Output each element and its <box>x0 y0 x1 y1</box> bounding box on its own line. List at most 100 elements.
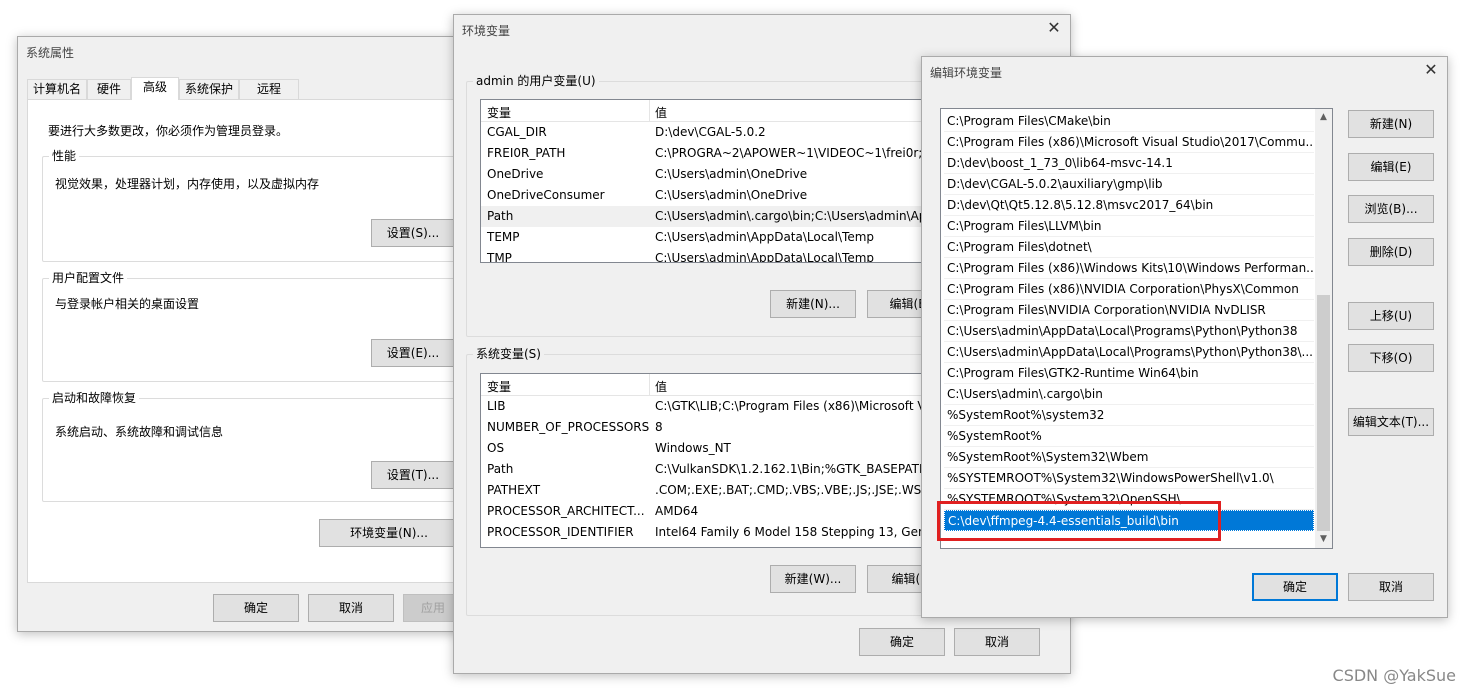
variable-value: .COM;.EXE;.BAT;.CMD;.VBS;.VBE;.JS;.JSE;.… <box>655 483 948 497</box>
tab-remote[interactable]: 远程 <box>239 79 299 99</box>
browse-button[interactable]: 浏览(B)... <box>1348 195 1434 223</box>
advanced-tab-panel: 要进行大多数更改，你必须作为管理员登录。 性能 视觉效果，处理器计划，内存使用，… <box>27 99 472 583</box>
ok-button[interactable]: 确定 <box>213 594 299 622</box>
variable-name: OneDriveConsumer <box>487 188 605 202</box>
tab-hardware[interactable]: 硬件 <box>87 79 131 99</box>
list-item[interactable]: D:\dev\boost_1_73_0\lib64-msvc-14.1 <box>944 153 1314 174</box>
column-variable[interactable]: 变量 <box>487 104 511 121</box>
list-item[interactable]: D:\dev\CGAL-5.0.2\auxiliary\gmp\lib <box>944 174 1314 195</box>
scroll-down-icon[interactable]: ▼ <box>1315 531 1332 548</box>
variable-value: C:\Users\admin\AppData\Local\Temp <box>655 230 875 244</box>
variable-name: NUMBER_OF_PROCESSORS <box>487 420 650 434</box>
highlight-box <box>937 501 1221 541</box>
startup-recovery-group: 启动和故障恢复 系统启动、系统故障和调试信息 设置(T)... <box>42 390 472 502</box>
column-variable[interactable]: 变量 <box>487 378 511 395</box>
cancel-button[interactable]: 取消 <box>308 594 394 622</box>
tab-system-protection[interactable]: 系统保护 <box>179 79 239 99</box>
window-title: 系统属性 <box>26 46 75 60</box>
variable-value: D:\dev\CGAL-5.0.2 <box>655 125 766 139</box>
scroll-thumb[interactable] <box>1317 295 1330 531</box>
ok-button[interactable]: 确定 <box>1252 573 1338 601</box>
column-value[interactable]: 值 <box>655 378 667 395</box>
variable-name: LIB <box>487 399 506 413</box>
variable-name: PATHEXT <box>487 483 541 497</box>
performance-group: 性能 视觉效果，处理器计划，内存使用，以及虚拟内存 设置(S)... <box>42 148 472 262</box>
user-profile-desc: 与登录帐户相关的桌面设置 <box>55 297 200 311</box>
path-entries-list[interactable]: C:\Program Files\CMake\bin C:\Program Fil… <box>940 108 1333 549</box>
list-item[interactable]: C:\Program Files (x86)\NVIDIA Corporatio… <box>944 279 1314 300</box>
user-variables-label: admin 的用户变量(U) <box>473 73 599 89</box>
list-item[interactable]: %SYSTEMROOT%\System32\WindowsPowerShell\… <box>944 468 1314 489</box>
scroll-up-icon[interactable]: ▲ <box>1315 109 1332 126</box>
startup-recovery-desc: 系统启动、系统故障和调试信息 <box>55 425 224 439</box>
list-item[interactable]: C:\Users\admin\AppData\Local\Programs\Py… <box>944 342 1314 363</box>
variable-name: TEMP <box>487 230 520 244</box>
variable-value: C:\Users\admin\OneDrive <box>655 188 808 202</box>
variable-value: Intel64 Family 6 Model 158 Stepping 13, … <box>655 525 934 539</box>
variable-value: C:\Users\admin\AppData\Local\Temp <box>655 251 875 263</box>
list-item[interactable]: C:\Program Files\dotnet\ <box>944 237 1314 258</box>
column-separator[interactable] <box>649 100 650 122</box>
list-item[interactable]: C:\Program Files\NVIDIA Corporation\NVID… <box>944 300 1314 321</box>
cancel-button[interactable]: 取消 <box>1348 573 1434 601</box>
list-item[interactable]: %SystemRoot% <box>944 426 1314 447</box>
variable-value: Windows_NT <box>655 441 731 455</box>
performance-settings-button[interactable]: 设置(S)... <box>371 219 455 247</box>
variable-value: C:\Users\admin\.cargo\bin;C:\Users\admin… <box>655 209 927 223</box>
list-item[interactable]: C:\Users\admin\AppData\Local\Programs\Py… <box>944 321 1314 342</box>
user-profile-group: 用户配置文件 与登录帐户相关的桌面设置 设置(E)... <box>42 270 472 382</box>
variable-name: Path <box>487 209 514 223</box>
ok-button[interactable]: 确定 <box>859 628 945 656</box>
variable-name: OS <box>487 441 505 455</box>
environment-variables-button[interactable]: 环境变量(N)... <box>319 519 459 547</box>
move-up-button[interactable]: 上移(U) <box>1348 302 1434 330</box>
move-down-button[interactable]: 下移(O) <box>1348 344 1434 372</box>
variable-value: 8 <box>655 420 663 434</box>
variable-value: C:\PROGRA~2\APOWER~1\VIDEOC~1\frei0r;C <box>655 146 931 160</box>
tab-advanced[interactable]: 高级 <box>131 77 179 100</box>
cancel-button[interactable]: 取消 <box>954 628 1040 656</box>
startup-recovery-settings-button[interactable]: 设置(T)... <box>371 461 455 489</box>
list-item[interactable]: C:\Program Files\GTK2-Runtime Win64\bin <box>944 363 1314 384</box>
system-variables-label: 系统变量(S) <box>473 346 544 362</box>
user-new-button[interactable]: 新建(N)... <box>770 290 856 318</box>
vertical-scrollbar[interactable]: ▲ ▼ <box>1315 109 1332 548</box>
close-icon[interactable]: ✕ <box>1421 61 1441 79</box>
close-icon[interactable]: ✕ <box>1044 19 1064 37</box>
variable-value: C:\Users\admin\OneDrive <box>655 167 808 181</box>
variable-name: PROCESSOR_ARCHITECT... <box>487 504 645 518</box>
list-item[interactable]: %SystemRoot%\System32\Wbem <box>944 447 1314 468</box>
list-item[interactable]: C:\Users\admin\.cargo\bin <box>944 384 1314 405</box>
variable-value: AMD64 <box>655 504 699 518</box>
list-item[interactable]: D:\dev\Qt\Qt5.12.8\5.12.8\msvc2017_64\bi… <box>944 195 1314 216</box>
new-button[interactable]: 新建(N) <box>1348 110 1434 138</box>
user-profile-settings-button[interactable]: 设置(E)... <box>371 339 455 367</box>
variable-name: CGAL_DIR <box>487 125 547 139</box>
list-item[interactable]: C:\Program Files\CMake\bin <box>944 111 1314 132</box>
variable-name: PROCESSOR_IDENTIFIER <box>487 525 634 539</box>
variable-name: OneDrive <box>487 167 544 181</box>
window-title: 环境变量 <box>462 24 511 38</box>
variable-name: FREI0R_PATH <box>487 146 566 160</box>
variable-name: Path <box>487 462 514 476</box>
tab-computer-name[interactable]: 计算机名 <box>27 79 87 99</box>
startup-recovery-label: 启动和故障恢复 <box>49 390 140 406</box>
column-separator[interactable] <box>649 374 650 396</box>
list-item[interactable]: C:\Program Files (x86)\Windows Kits\10\W… <box>944 258 1314 279</box>
variable-value: C:\GTK\LIB;C:\Program Files (x86)\Micros… <box>655 399 926 413</box>
window-title: 编辑环境变量 <box>930 66 1003 80</box>
list-item[interactable]: %SystemRoot%\system32 <box>944 405 1314 426</box>
system-properties-window: 系统属性 计算机名 硬件 高级 系统保护 远程 要进行大多数更改，你必须作为管理… <box>17 36 472 632</box>
column-value[interactable]: 值 <box>655 104 667 121</box>
admin-note: 要进行大多数更改，你必须作为管理员登录。 <box>48 124 289 138</box>
performance-label: 性能 <box>49 148 80 164</box>
variable-value: C:\VulkanSDK\1.2.162.1\Bin;%GTK_BASEPATH… <box>655 462 940 476</box>
watermark: CSDN @YakSue <box>1332 666 1456 685</box>
system-new-button[interactable]: 新建(W)... <box>770 565 856 593</box>
edit-button[interactable]: 编辑(E) <box>1348 153 1434 181</box>
performance-desc: 视觉效果，处理器计划，内存使用，以及虚拟内存 <box>55 177 320 191</box>
list-item[interactable]: C:\Program Files (x86)\Microsoft Visual … <box>944 132 1314 153</box>
edit-text-button[interactable]: 编辑文本(T)... <box>1348 408 1434 436</box>
list-item[interactable]: C:\Program Files\LLVM\bin <box>944 216 1314 237</box>
delete-button[interactable]: 删除(D) <box>1348 238 1434 266</box>
